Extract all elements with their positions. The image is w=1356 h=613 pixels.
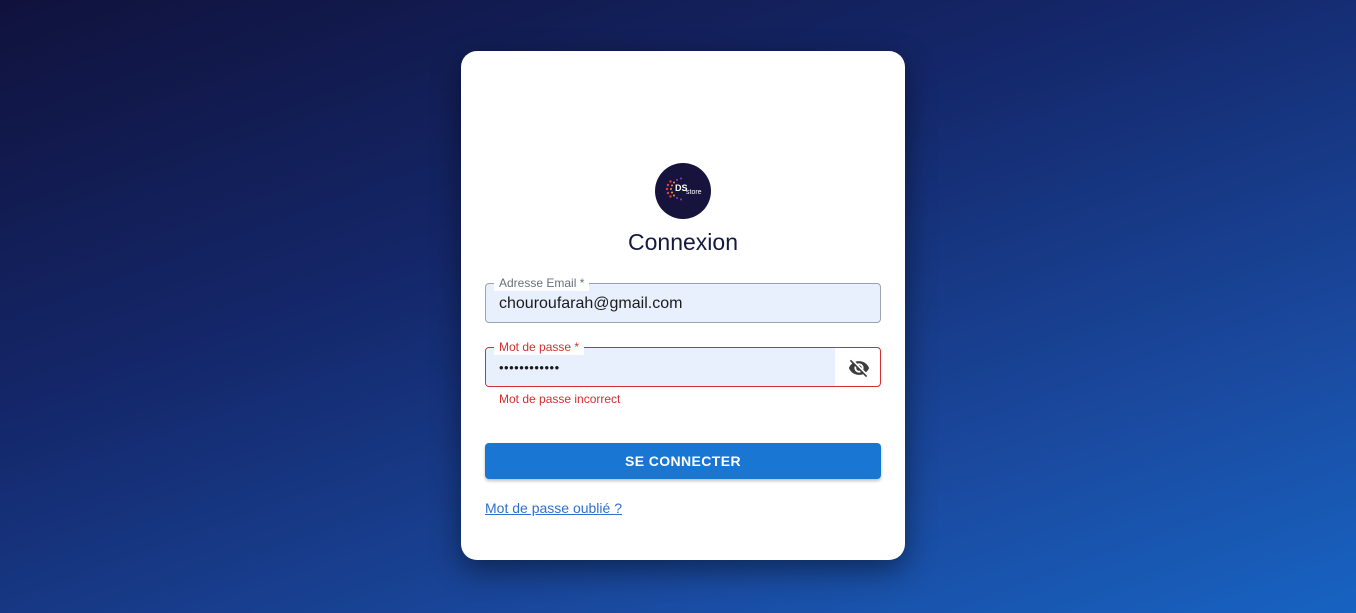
forgot-password-link[interactable]: Mot de passe oublié ? [485, 500, 622, 516]
login-card: DS store Connexion Adresse Email * chour… [461, 51, 905, 560]
brand-logo: DS store [655, 163, 711, 219]
login-button[interactable]: SE CONNECTER [485, 443, 881, 479]
email-field-label: Adresse Email * [494, 275, 590, 291]
eye-off-icon[interactable] [848, 357, 870, 379]
brand-logo-graphic: DS store [665, 177, 702, 201]
logo-text-sub: store [686, 189, 702, 196]
page-title: Connexion [628, 229, 738, 255]
password-field-value[interactable]: •••••••••••• [499, 358, 560, 378]
password-field-label: Mot de passe * [494, 339, 585, 355]
email-field-value[interactable]: chouroufarah@gmail.com [499, 294, 682, 314]
password-field[interactable]: Mot de passe * •••••••••••• [485, 339, 881, 387]
email-field[interactable]: Adresse Email * chouroufarah@gmail.com [485, 275, 881, 323]
password-error-message: Mot de passe incorrect [499, 392, 621, 406]
